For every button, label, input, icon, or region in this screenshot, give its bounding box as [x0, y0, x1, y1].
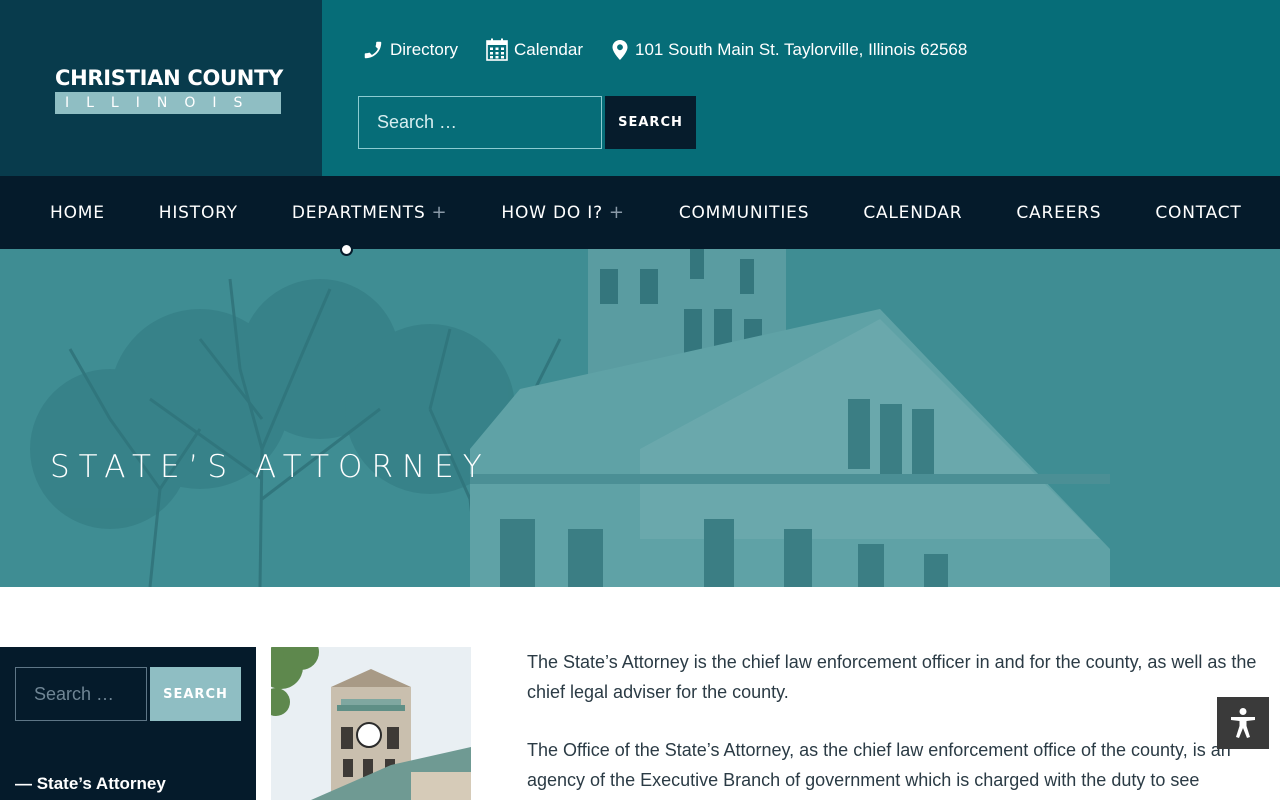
directory-label: Directory — [390, 40, 459, 59]
nav-item-departments[interactable]: DEPARTMENTS + — [292, 202, 448, 223]
nav-item-label: HOME — [50, 202, 105, 223]
calendar-label: Calendar — [514, 40, 584, 59]
page-title: STATE’S ATTORNEY — [50, 449, 491, 485]
sidebar: SEARCH — State’s Attorney — [0, 647, 256, 800]
expand-plus-icon[interactable]: + — [432, 202, 448, 223]
nav-item-careers[interactable]: CAREERS — [1016, 203, 1101, 223]
site-header: CHRISTIAN COUNTY ILLINOIS Directory Cale… — [0, 0, 1280, 176]
header-search: SEARCH — [358, 96, 696, 149]
nav-item-label: CAREERS — [1016, 202, 1102, 223]
nav-item-label: CALENDAR — [863, 202, 963, 223]
address-item: 101 South Main St. Taylorville, Illinois… — [611, 39, 967, 61]
nav-item-contact[interactable]: CONTACT — [1155, 203, 1241, 223]
header-search-button[interactable]: SEARCH — [605, 96, 696, 149]
nav-active-indicator — [340, 243, 353, 256]
logo-area: CHRISTIAN COUNTY ILLINOIS — [0, 0, 322, 176]
nav-item-label: COMMUNITIES — [678, 202, 810, 223]
logo-title: CHRISTIAN COUNTY — [55, 66, 283, 90]
header-search-input[interactable] — [358, 96, 602, 149]
nav-item-label: HISTORY — [158, 202, 238, 223]
article-paragraph: The State’s Attorney is the chief law en… — [527, 652, 1257, 702]
main-nav: HOME HISTORY DEPARTMENTS + HOW DO I? + COM… — [0, 176, 1280, 249]
nav-item-label: DEPARTMENTS — [291, 202, 426, 223]
nav-item-history[interactable]: HISTORY — [159, 203, 238, 223]
calendar-link[interactable]: Calendar — [486, 38, 583, 62]
phone-icon — [364, 41, 382, 59]
courthouse-photo — [271, 647, 471, 800]
sidebar-search-button[interactable]: SEARCH — [150, 667, 241, 721]
map-pin-icon — [612, 40, 628, 60]
sidebar-search-input[interactable] — [15, 667, 147, 721]
hero-banner: STATE’S ATTORNEY — [0, 249, 1280, 587]
nav-item-label: HOW DO I? — [501, 202, 603, 223]
sidebar-search: SEARCH — [15, 667, 241, 721]
accessibility-button[interactable] — [1217, 697, 1269, 749]
accessibility-icon — [1231, 708, 1255, 738]
logo-subtitle: ILLINOIS — [55, 92, 281, 114]
nav-item-calendar[interactable]: CALENDAR — [863, 203, 962, 223]
nav-item-label: CONTACT — [1155, 202, 1242, 223]
nav-item-how-do-i[interactable]: HOW DO I? + — [501, 202, 624, 223]
nav-list: HOME HISTORY DEPARTMENTS + HOW DO I? + COM… — [50, 176, 1280, 249]
sidebar-link-states-attorney[interactable]: — State’s Attorney — [15, 774, 166, 794]
site-logo[interactable]: CHRISTIAN COUNTY ILLINOIS — [55, 66, 283, 114]
address-text: 101 South Main St. Taylorville, Illinois… — [635, 40, 968, 59]
courthouse-background-image — [0, 249, 1280, 587]
article-paragraph: The Office of the State’s Attorney, as t… — [527, 740, 1231, 790]
calendar-icon — [486, 38, 508, 61]
contact-bar: Directory Calendar 101 South Main St. Ta… — [362, 38, 995, 62]
directory-link[interactable]: Directory — [362, 39, 458, 61]
nav-item-communities[interactable]: COMMUNITIES — [679, 203, 810, 223]
courthouse-tower-image — [271, 647, 471, 800]
expand-plus-icon[interactable]: + — [609, 202, 625, 223]
article-content: The State’s Attorney is the chief law en… — [527, 647, 1267, 800]
nav-item-home[interactable]: HOME — [50, 203, 105, 223]
